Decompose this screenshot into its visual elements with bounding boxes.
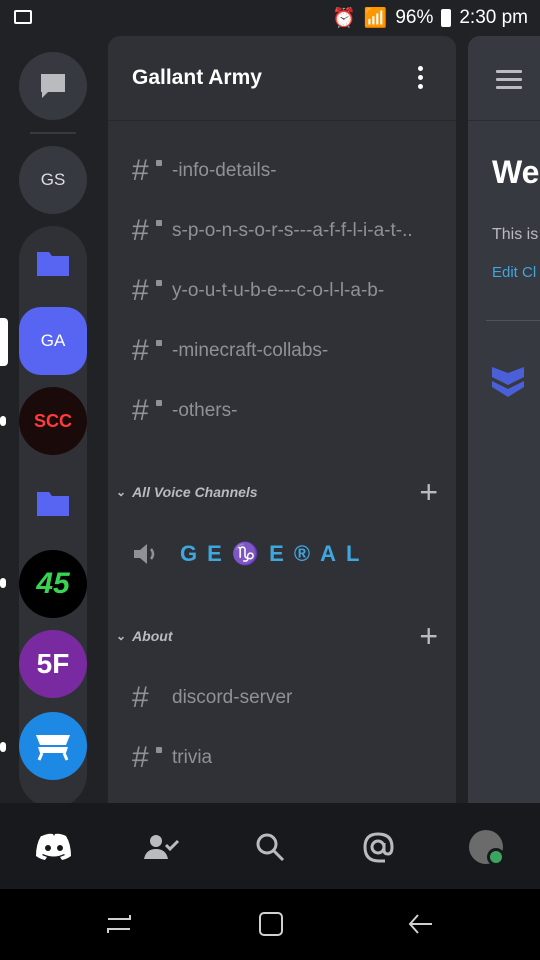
main-content: We This is Edit Cl xyxy=(468,36,540,803)
channel-name: -info-details- xyxy=(172,160,277,181)
locked-voice-icon xyxy=(134,544,155,564)
back-icon[interactable] xyxy=(406,909,436,939)
welcome-description: This is xyxy=(492,226,539,243)
search-tab[interactable] xyxy=(250,827,290,867)
clock: 2:30 pm xyxy=(459,7,528,28)
locked-text-channel-icon: # xyxy=(132,154,162,188)
recents-icon[interactable] xyxy=(104,909,134,939)
online-status-dot xyxy=(487,848,505,866)
friends-tab[interactable] xyxy=(142,827,182,867)
home-tab[interactable] xyxy=(34,827,74,867)
server-gs[interactable]: GS xyxy=(19,146,87,214)
header-divider xyxy=(468,120,540,121)
profile-avatar xyxy=(469,830,505,866)
text-channel-icon: # xyxy=(132,681,149,714)
rail-divider xyxy=(30,132,76,134)
channel-item[interactable]: # -info-details- xyxy=(132,151,277,191)
locked-text-channel-icon: # xyxy=(132,741,162,775)
folder-icon xyxy=(37,250,69,281)
add-channel-button[interactable]: + xyxy=(419,620,438,652)
status-right: ⏰ 📶 96% 2:30 pm xyxy=(332,6,528,30)
channel-name: -others- xyxy=(172,400,238,421)
guild-header[interactable]: Gallant Army xyxy=(108,36,456,121)
folder-icon xyxy=(37,490,69,521)
welcome-heading: We xyxy=(492,154,540,190)
system-navigation-bar xyxy=(0,889,540,960)
server-5f-label: 5F xyxy=(36,648,70,679)
mentions-tab[interactable] xyxy=(358,827,398,867)
server-rail: GS GA SCC 45 5F xyxy=(0,36,106,803)
channel-name: trivia xyxy=(172,747,213,768)
channel-item[interactable]: # -minecraft-collabs- xyxy=(132,331,328,371)
battery-icon xyxy=(441,9,452,27)
content-divider xyxy=(486,320,540,321)
home-button-icon[interactable] xyxy=(256,909,286,939)
edit-channel-link[interactable]: Edit Cl xyxy=(492,264,536,281)
server-45[interactable]: 45 xyxy=(19,550,87,618)
unread-indicator xyxy=(0,578,6,588)
status-bar: ⏰ 📶 96% 2:30 pm xyxy=(0,0,540,36)
search-icon xyxy=(256,833,285,862)
chevron-down-icon: ⌄ xyxy=(116,629,127,643)
profile-tab[interactable] xyxy=(466,827,506,867)
server-ga[interactable]: GA xyxy=(19,307,87,375)
battery-percent: 96% xyxy=(395,7,434,28)
direct-messages-button[interactable] xyxy=(19,52,87,120)
channel-name: -minecraft-collabs- xyxy=(172,340,329,361)
channel-name: discord-server xyxy=(172,687,293,708)
dm-icon xyxy=(41,74,65,98)
server-bench[interactable] xyxy=(19,712,87,780)
voice-channel-name: GE♑E®AL xyxy=(180,541,370,566)
selected-server-indicator xyxy=(0,318,8,366)
bottom-navigation xyxy=(0,803,540,889)
channel-name: s-p-o-n-s-o-r-s---a-f-f-l-i-a-t-.. xyxy=(172,220,413,241)
category-voice[interactable]: ⌄ All Voice Channels xyxy=(116,484,258,500)
guild-name: Gallant Army xyxy=(132,66,262,89)
server-5f[interactable]: 5F xyxy=(19,630,87,698)
channel-name: y-o-u-t-u-b-e---c-o-l-l-a-b- xyxy=(172,280,385,301)
unread-indicator xyxy=(0,742,6,752)
channel-item[interactable]: # -others- xyxy=(132,391,237,431)
discord-home-icon xyxy=(36,833,71,860)
locked-text-channel-icon: # xyxy=(132,334,162,368)
friends-icon xyxy=(144,835,180,859)
category-label: About xyxy=(132,628,173,644)
channel-item[interactable]: # s-p-o-n-s-o-r-s---a-f-f-l-i-a-t-.. xyxy=(132,211,413,251)
locked-text-channel-icon: # xyxy=(132,394,162,428)
add-channel-button[interactable]: + xyxy=(419,476,438,508)
kebab-menu-icon[interactable] xyxy=(418,66,424,93)
channel-item[interactable]: # y-o-u-t-u-b-e---c-o-l-l-a-b- xyxy=(132,271,384,311)
mentions-icon xyxy=(363,832,394,863)
hamburger-icon[interactable] xyxy=(496,70,522,94)
server-scc-label: SCC xyxy=(33,410,72,431)
channel-panel: Gallant Army # -info-details- # s-p-o-n-… xyxy=(108,36,456,803)
bot-avatar-icon xyxy=(488,361,528,406)
category-label: All Voice Channels xyxy=(132,484,258,500)
server-ga-label: GA xyxy=(40,331,66,350)
alarm-icon: ⏰ xyxy=(331,8,356,29)
unread-indicator xyxy=(0,416,6,426)
wifi-icon: 📶 xyxy=(363,8,388,29)
channel-item[interactable]: # trivia xyxy=(132,738,212,778)
server-45-label: 45 xyxy=(36,567,70,600)
locked-text-channel-icon: # xyxy=(132,274,162,308)
locked-text-channel-icon: # xyxy=(132,214,162,248)
chevron-down-icon: ⌄ xyxy=(116,485,127,499)
server-scc[interactable]: SCC xyxy=(19,387,87,455)
server-gs-label: GS xyxy=(40,170,66,189)
channel-item[interactable]: # discord-server xyxy=(132,678,292,718)
bench-icon xyxy=(36,735,70,761)
category-about[interactable]: ⌄ About xyxy=(116,628,173,644)
gallery-notification-icon xyxy=(14,10,32,24)
voice-channel-item[interactable]: GE♑E®AL xyxy=(132,541,369,567)
